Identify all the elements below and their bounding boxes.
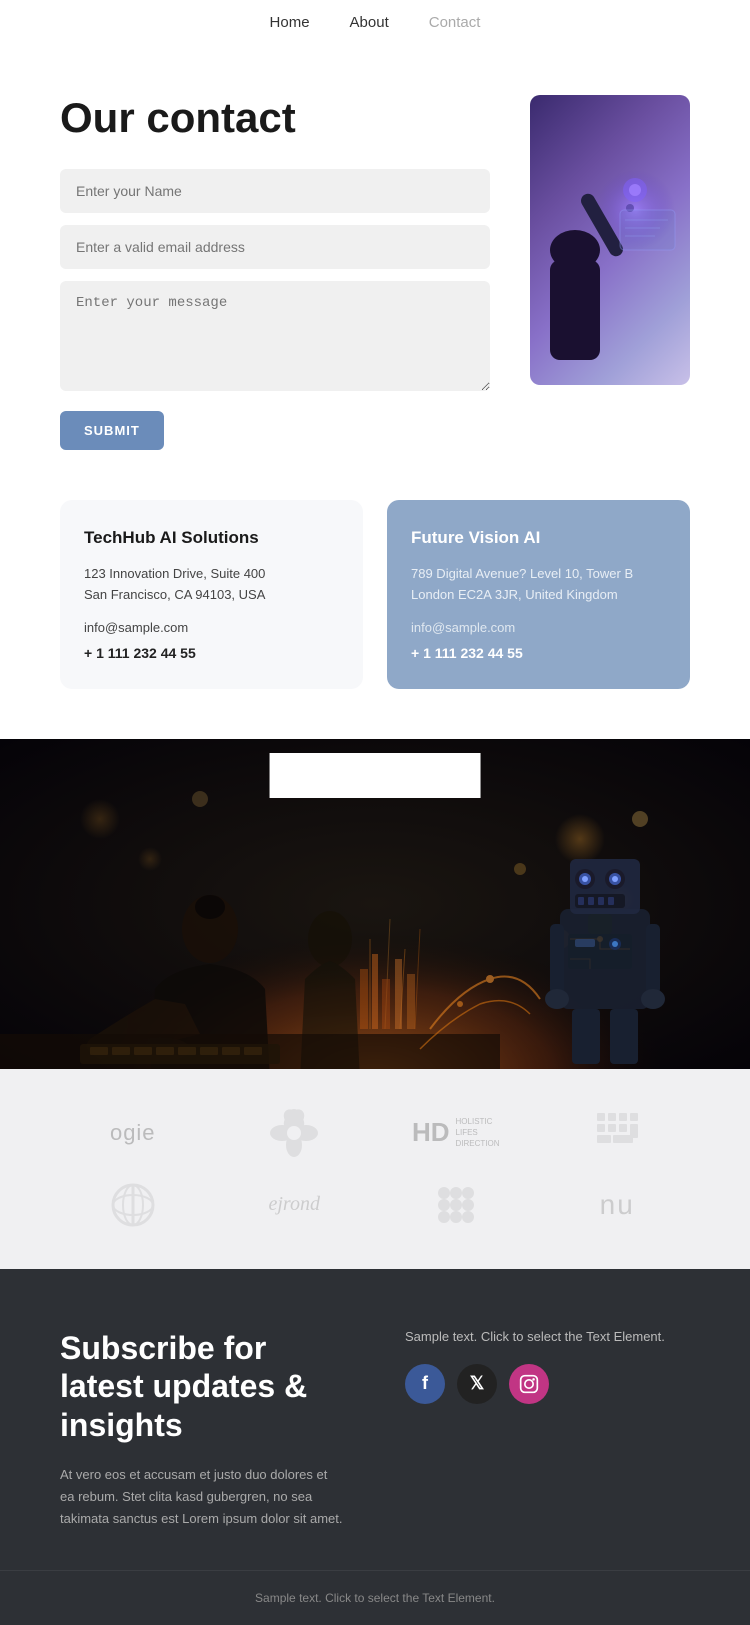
logo-ejrond-text: ejrond — [269, 1193, 320, 1216]
nav-home[interactable]: Home — [270, 14, 310, 31]
logo-circle-lines — [109, 1181, 157, 1229]
logo-brighto — [593, 1109, 641, 1157]
banner-nav-home[interactable]: Home — [270, 767, 310, 784]
banner-nav: Home About Contact — [270, 753, 481, 798]
logo-nu: nu — [600, 1189, 635, 1221]
subscribe-inner: Subscribe for latest updates & insights … — [60, 1329, 690, 1530]
contact-title: Our contact — [60, 95, 490, 141]
contact-form-area: Our contact SUBMIT — [60, 95, 490, 450]
x-twitter-icon[interactable]: 𝕏 — [457, 1364, 497, 1404]
card-techhub-company: TechHub AI Solutions — [84, 528, 339, 548]
social-icons: f 𝕏 — [405, 1364, 690, 1404]
subscribe-sample-text: Sample text. Click to select the Text El… — [405, 1329, 690, 1344]
logo-brighto-icon — [593, 1109, 641, 1157]
main-nav: Home About Contact — [0, 0, 750, 45]
email-input[interactable] — [60, 225, 490, 269]
footer: Sample text. Click to select the Text El… — [0, 1570, 750, 1625]
logos-grid: ogie HD HOLISTICLIFESDIRECTION — [60, 1109, 690, 1229]
card-techhub-email: info@sample.com — [84, 620, 339, 635]
contact-section: Our contact SUBMIT — [0, 45, 750, 500]
nav-contact[interactable]: Contact — [429, 14, 481, 31]
logo-ogie-text: ogie — [110, 1120, 156, 1146]
logo-ogie: ogie — [110, 1120, 156, 1146]
instagram-icon[interactable] — [509, 1364, 549, 1404]
name-input[interactable] — [60, 169, 490, 213]
subscribe-title: Subscribe for latest updates & insights — [60, 1329, 345, 1444]
card-techhub: TechHub AI Solutions 123 Innovation Driv… — [60, 500, 363, 689]
logo-hd: HD HOLISTICLIFESDIRECTION — [412, 1116, 500, 1150]
logos-section: ogie HD HOLISTICLIFESDIRECTION — [0, 1069, 750, 1269]
logo-dots — [432, 1181, 480, 1229]
subscribe-left: Subscribe for latest updates & insights … — [60, 1329, 345, 1530]
subscribe-section: Subscribe for latest updates & insights … — [0, 1269, 750, 1570]
contact-image-area — [530, 95, 690, 385]
logo-flower-icon — [270, 1109, 318, 1157]
logo-flower — [270, 1109, 318, 1157]
logo-nu-text: nu — [600, 1189, 635, 1221]
logo-circle-lines-icon — [109, 1181, 157, 1229]
footer-text: Sample text. Click to select the Text El… — [20, 1591, 730, 1605]
banner-nav-contact[interactable]: Contact — [429, 767, 481, 784]
card-futurevision-email: info@sample.com — [411, 620, 666, 635]
card-futurevision: Future Vision AI 789 Digital Avenue? Lev… — [387, 500, 690, 689]
card-techhub-phone: + 1 111 232 44 55 — [84, 645, 339, 661]
contact-hero-image — [530, 95, 690, 385]
banner-background: Home About Contact — [0, 739, 750, 1069]
subscribe-right: Sample text. Click to select the Text El… — [405, 1329, 690, 1530]
logo-ejrond: ejrond — [269, 1193, 320, 1216]
message-input[interactable] — [60, 281, 490, 391]
card-techhub-address: 123 Innovation Drive, Suite 400 San Fran… — [84, 564, 339, 606]
banner-section: Home About Contact — [0, 739, 750, 1069]
address-cards-section: TechHub AI Solutions 123 Innovation Driv… — [0, 500, 750, 739]
nav-about[interactable]: About — [350, 14, 389, 31]
hand-pointing-illustration — [540, 120, 680, 360]
card-futurevision-phone: + 1 111 232 44 55 — [411, 645, 666, 661]
banner-nav-about[interactable]: About — [350, 767, 389, 784]
instagram-svg — [519, 1374, 539, 1394]
subscribe-body: At vero eos et accusam et justo duo dolo… — [60, 1464, 345, 1530]
banner-content: Home About Contact — [0, 739, 750, 1069]
card-futurevision-company: Future Vision AI — [411, 528, 666, 548]
facebook-icon[interactable]: f — [405, 1364, 445, 1404]
logo-dots-icon — [432, 1181, 480, 1229]
submit-button[interactable]: SUBMIT — [60, 411, 164, 450]
card-futurevision-address: 789 Digital Avenue? Level 10, Tower B Lo… — [411, 564, 666, 606]
